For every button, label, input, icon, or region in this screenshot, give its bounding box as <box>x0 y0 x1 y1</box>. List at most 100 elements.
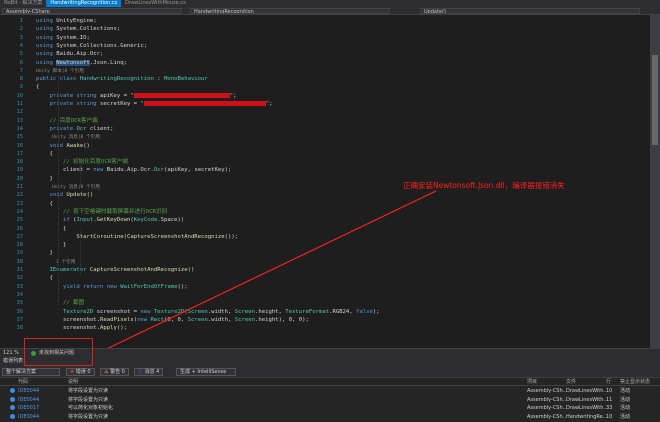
codelens-hint[interactable]: Unity 消息|0 个引用 <box>52 135 100 141</box>
cell-project: Assembly-CSh... <box>527 388 568 394</box>
zoom-level[interactable]: 121 % <box>3 349 19 357</box>
code-line[interactable]: IEnumerator CaptureScreenshotAndRecogniz… <box>36 266 194 274</box>
code-line[interactable]: // 截图 <box>36 299 84 307</box>
line-number: 8 <box>19 76 23 83</box>
error-row[interactable]: IDE0017 可以简化对象初始化 Assembly-CSh... DrawLines… <box>0 404 660 412</box>
line-number: 4 <box>19 42 23 49</box>
code-line[interactable]: { <box>36 225 66 233</box>
line-number: 2 <box>19 26 23 33</box>
error-row[interactable]: IDE0044 将字段设置为只读 Assembly-CSh... Handwritin… <box>0 413 660 421</box>
cell-file: DrawLinesWith... <box>566 388 609 394</box>
line-number: 23 <box>16 200 24 207</box>
line-number: 15 <box>16 134 24 141</box>
line-number: 32 <box>16 275 24 282</box>
error-row[interactable]: IDE0044 将字段设置为只读 Assembly-CSh... DrawLinesW… <box>0 396 660 404</box>
error-list-panel: 错误列表 整个解决方案 ⊗ 错误 0 ⚠ 警告 0 ⓘ 消息 4 生成 + In… <box>0 357 660 422</box>
line-number: 34 <box>16 291 24 298</box>
cell-desc: 可以简化对象初始化 <box>68 405 114 411</box>
line-number: 12 <box>16 109 24 116</box>
codelens-hint[interactable]: Unity 消息|0 个引用 <box>52 185 100 191</box>
window-title: NoBit · 解决方案 <box>0 0 47 7</box>
row-icon <box>10 413 17 421</box>
info-icon <box>10 405 15 410</box>
scrollbar-thumb[interactable] <box>652 55 658 145</box>
cell-project: Assembly-CSh... <box>527 405 568 411</box>
code-line[interactable]: using System.Collections.Generic; <box>36 42 147 50</box>
cell-line: 10 <box>606 413 613 420</box>
code-line[interactable]: public class HandwritingRecognition : Mo… <box>36 75 208 83</box>
code-line[interactable]: // 按下空格键时截取屏幕并进行OCR识别 <box>36 208 167 216</box>
cell-desc: 将字段设置为只读 <box>68 396 109 403</box>
indent-guide <box>58 75 59 305</box>
code-line[interactable]: } <box>36 249 52 257</box>
code-line[interactable]: // 初始化百度OCR客户端 <box>36 158 128 166</box>
errors-filter-button[interactable]: ⊗ 错误 0 <box>66 368 95 376</box>
code-line[interactable]: using UnityEngine; <box>36 17 97 25</box>
line-number: 30 <box>16 258 24 265</box>
code-line[interactable]: } <box>36 241 66 249</box>
cell-file: HandwritingRe... <box>566 413 608 420</box>
code-line[interactable]: { <box>36 83 39 91</box>
line-number: 35 <box>16 300 24 307</box>
line-number: 33 <box>16 283 24 290</box>
code-line[interactable]: } <box>36 175 52 183</box>
cell-state: 活动 <box>620 396 631 403</box>
code-line[interactable]: void Update() <box>36 191 93 199</box>
line-number: 22 <box>16 192 24 199</box>
info-icon <box>10 413 15 419</box>
project-dropdown[interactable]: Assembly-CSharp <box>2 8 182 14</box>
error-row[interactable]: IDE0044 将字段设置为只读 Assembly-CSh... DrawLinesW… <box>0 387 660 395</box>
cell-state: 活动 <box>620 388 631 394</box>
row-icon <box>10 387 17 395</box>
code-line[interactable]: using System.IO; <box>36 34 90 42</box>
tab-draw-lines-with-mouse[interactable]: DrawLinesWithMouse.cs <box>121 0 190 7</box>
messages-filter-button[interactable]: ⓘ 消息 4 <box>134 368 164 376</box>
error-list-title: 错误列表 <box>0 357 660 366</box>
code-line[interactable]: screenshot.Apply(); <box>36 324 127 332</box>
line-number: 24 <box>16 208 24 215</box>
class-dropdown[interactable]: HandwritingRecognition <box>190 8 390 14</box>
navigation-bar: Assembly-CSharp HandwritingRecognition U… <box>0 7 660 15</box>
line-number: 13 <box>16 117 24 124</box>
code-line[interactable]: private string secretKey = " "; <box>36 100 273 108</box>
line-number: 25 <box>16 217 24 224</box>
code-line[interactable]: screenshot.ReadPixels(new Rect(0, 0, Scr… <box>36 316 309 324</box>
editor-scrollbar[interactable] <box>650 15 660 348</box>
code-line[interactable]: // 百度OCR客户端 <box>36 117 97 125</box>
code-line[interactable]: using System.Collections; <box>36 25 120 33</box>
code-line[interactable]: using Newtonsoft.Json.Linq; <box>36 59 127 67</box>
cell-file: DrawLinesWith... <box>566 405 609 411</box>
errors-count: 错误 0 <box>75 369 91 375</box>
line-number: 7 <box>19 67 23 74</box>
warnings-filter-button[interactable]: ⚠ 警告 0 <box>100 368 129 376</box>
cell-desc: 将字段设置为只读 <box>68 413 109 420</box>
code-line[interactable]: { <box>36 200 52 208</box>
scope-dropdown[interactable]: 整个解决方案 <box>2 368 60 376</box>
line-number: 28 <box>16 242 24 249</box>
build-filter-dropdown[interactable]: 生成 + IntelliSense <box>176 368 236 376</box>
code-line[interactable]: client = new Baidu.Aip.Ocr.Ocr(apiKey, s… <box>36 166 231 174</box>
code-line[interactable]: StartCoroutine(CaptureScreenshotAndRecog… <box>36 233 238 241</box>
col-description[interactable]: 说明 <box>68 378 78 386</box>
code-line[interactable]: Texture2D screenshot = new Texture2D(Scr… <box>36 308 380 316</box>
code-line[interactable]: { <box>36 150 52 158</box>
codelens-hint[interactable]: Unity 脚本|0 个引用 <box>36 69 84 75</box>
code-line[interactable]: private string apiKey = " "; <box>36 92 236 100</box>
code-line[interactable]: void Awake() <box>36 142 89 150</box>
line-number: 20 <box>16 175 24 182</box>
line-number: 29 <box>16 250 24 257</box>
member-dropdown[interactable]: Update() <box>420 8 640 14</box>
code-line[interactable]: { <box>36 274 52 282</box>
col-code[interactable]: 代码 <box>18 378 28 386</box>
line-number: 5 <box>19 51 23 58</box>
col-suppression-state[interactable]: 禁止显示状态 <box>620 378 660 386</box>
line-number: 31 <box>16 267 24 273</box>
code-line[interactable]: private Ocr client; <box>36 125 113 133</box>
col-file[interactable]: 文件 <box>566 378 576 386</box>
cell-code: IDE0044 <box>18 413 40 420</box>
col-line[interactable]: 行 <box>606 378 611 386</box>
col-project[interactable]: 项目 <box>527 378 537 386</box>
indent-guide <box>80 165 81 185</box>
tab-handwriting-recognition[interactable]: HandwritingRecognition.cs <box>46 0 122 7</box>
code-line[interactable]: using Baidu.Aip.Ocr; <box>36 50 103 58</box>
